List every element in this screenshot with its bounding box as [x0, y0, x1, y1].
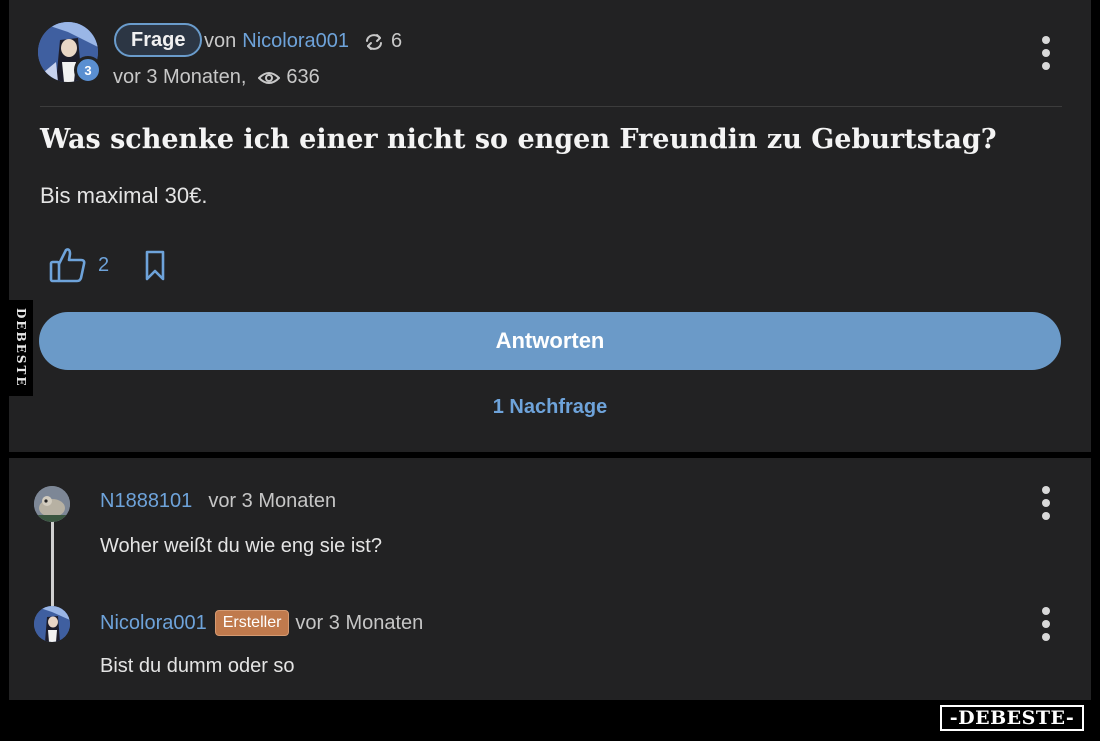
comment-time: vor 3 Monaten	[208, 490, 337, 512]
thumbs-up-icon	[48, 246, 88, 284]
repost-icon	[363, 32, 385, 52]
more-vertical-icon[interactable]	[1041, 607, 1051, 641]
reply-author[interactable]: Nicolora001	[100, 612, 207, 635]
comment-avatar[interactable]	[34, 606, 70, 642]
bookmark-icon[interactable]	[144, 250, 166, 287]
comment-text: Woher weißt du wie eng sie ist?	[100, 535, 382, 557]
by-label: von	[204, 30, 237, 52]
view-count: 636	[286, 66, 320, 88]
repost-count: 6	[390, 30, 403, 52]
eye-icon	[258, 70, 281, 86]
comment-author[interactable]: N1888101	[100, 490, 192, 513]
side-watermark: DEBESTE	[9, 300, 33, 396]
comment-avatar[interactable]	[34, 486, 70, 522]
more-vertical-icon[interactable]	[1041, 486, 1051, 520]
creator-badge: Ersteller	[214, 610, 290, 636]
question-title: Was schenke ich einer nicht so engen Fre…	[40, 124, 997, 155]
thread-line	[51, 520, 54, 610]
comment-header: N1888101 vor 3 Monaten	[100, 490, 336, 513]
author-line: von Nicolora001 6	[204, 30, 402, 53]
level-badge: 3	[74, 56, 102, 84]
followup-link[interactable]: 1 Nachfrage	[0, 396, 1100, 419]
reply-text: Bist du dumm oder so	[100, 655, 295, 677]
time-line: vor 3 Monaten, 636	[113, 66, 320, 89]
author-link[interactable]: Nicolora001	[242, 30, 349, 53]
post-time: vor 3 Monaten,	[113, 66, 247, 88]
question-body: Bis maximal 30€.	[40, 183, 208, 208]
answer-button[interactable]: Antworten	[39, 312, 1061, 370]
question-type-badge[interactable]: Frage	[114, 23, 203, 57]
watermark-logo: -DEBESTE-	[940, 705, 1084, 731]
header-divider	[40, 106, 1062, 107]
reply-time: vor 3 Monaten	[295, 611, 424, 634]
reply-header: Nicolora001 Ersteller vor 3 Monaten	[100, 610, 423, 636]
like-count: 2	[98, 253, 110, 276]
like-button[interactable]: 2	[48, 246, 109, 284]
more-vertical-icon[interactable]	[1041, 36, 1051, 70]
